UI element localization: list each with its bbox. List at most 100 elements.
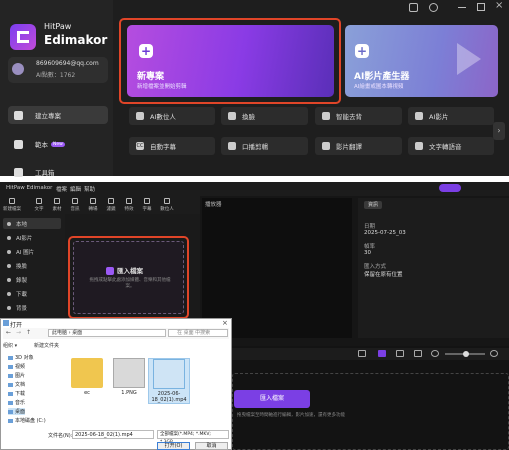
nav-videos[interactable]: 视频 [8, 363, 25, 370]
file-item[interactable]: 2025-06-18_02(1).mp4 [148, 358, 190, 404]
ripple-icon[interactable] [414, 350, 422, 357]
ai-generator-subtitle: AI繪畫或圖本轉視頻 [354, 84, 404, 90]
tab-label: 音訊 [70, 207, 80, 212]
prop-label: 幀率 [364, 244, 376, 250]
menu-edit[interactable]: 編輯 [70, 185, 81, 193]
tab-label: 數位人 [160, 207, 174, 212]
nav-templates[interactable]: 範本 New [8, 135, 108, 153]
tab-filter[interactable]: 濾鏡 [104, 198, 118, 212]
home-icon [14, 110, 23, 120]
up-arrow-icon[interactable]: ↑ [26, 329, 31, 336]
dot-icon [7, 221, 11, 226]
menu-file[interactable]: 檔案 [56, 185, 67, 193]
file-item[interactable]: 1.PNG [110, 358, 148, 396]
link-icon[interactable] [396, 350, 404, 357]
filetype-select[interactable]: 全部檔案(*.MP4; *.MKV; *.3GP... [157, 430, 229, 445]
close-icon[interactable]: × [222, 319, 228, 327]
nav-pictures[interactable]: 图片 [8, 372, 25, 379]
tool-label: 影片翻譯 [336, 143, 362, 151]
maximize-icon[interactable] [477, 3, 485, 11]
forward-arrow-icon[interactable]: → [16, 329, 21, 336]
dot-icon [7, 263, 11, 268]
tool-video-translate[interactable]: 影片翻譯 [315, 137, 402, 155]
side-ai-video[interactable]: AI影片 [3, 232, 61, 243]
effects-icon [126, 198, 132, 204]
side-record[interactable]: 錄製 [3, 274, 61, 285]
zoom-out-icon[interactable] [431, 350, 439, 357]
tab-transition[interactable]: 轉場 [86, 198, 100, 212]
ai-video-generator-card[interactable]: + AI影片產生器 AI繪畫或圖本轉視頻 [345, 25, 498, 97]
nav-desktop[interactable]: 桌面 [8, 408, 26, 415]
talking-edit-icon [228, 142, 236, 150]
tab-label: 轉場 [88, 207, 98, 212]
timeline-import-button[interactable]: 匯入檔案 [234, 390, 310, 408]
side-label: 換臉 [16, 263, 28, 270]
nav-documents[interactable]: 文档 [8, 381, 25, 388]
tool-bg-remove[interactable]: 智能去背 [315, 107, 402, 125]
side-ai-image[interactable]: AI 圖片 [3, 246, 61, 257]
image-file-icon [113, 358, 145, 388]
tool-talking-edit[interactable]: 口播剪輯 [221, 137, 308, 155]
tab-effects[interactable]: 特效 [122, 198, 136, 212]
tab-label: 特效 [124, 207, 134, 212]
chevron-right-icon[interactable]: › [493, 122, 505, 140]
search-input[interactable]: 在 桌面 中搜索 [168, 329, 228, 337]
nav-local-disk[interactable]: 本地磁盘 (C:) [8, 417, 46, 424]
upgrade-button[interactable] [439, 184, 461, 192]
tool-ai-video[interactable]: AI影片 [408, 107, 494, 125]
side-local[interactable]: 本地 [3, 218, 61, 229]
file-name: ec [84, 390, 90, 396]
dside-label: 文档 [15, 382, 26, 388]
mic-icon[interactable] [358, 350, 366, 357]
side-download[interactable]: 下載 [3, 288, 61, 299]
tool-text-to-speech[interactable]: 文字轉語音 [408, 137, 494, 155]
tool-label: AI影片 [429, 113, 449, 121]
folder-icon [8, 391, 13, 396]
tool-ai-avatar[interactable]: AI數位人 [129, 107, 215, 125]
tab-subtitle[interactable]: 字幕 [140, 198, 154, 212]
tab-text[interactable]: 文字 [32, 198, 46, 212]
dside-label: 3D 对象 [15, 355, 34, 361]
nav-downloads[interactable]: 下载 [8, 390, 25, 397]
timeline-hint: 拖曳檔案至時間軸進行編輯，影片加速，還有更多功能 [237, 413, 345, 418]
cancel-button[interactable]: 取消 [195, 442, 228, 450]
tool-auto-subtitle[interactable]: CC 自動字幕 [129, 137, 215, 155]
nav-toolbox[interactable]: 工具箱 [8, 163, 108, 181]
prop-value: 保留在原有位置 [364, 272, 403, 278]
back-arrow-icon[interactable]: ← [6, 329, 11, 336]
tool-face-swap[interactable]: 換臉 [221, 107, 308, 125]
tab-audio[interactable]: 音訊 [68, 198, 82, 212]
tab-digital-human[interactable]: 數位人 [158, 198, 176, 212]
address-bar[interactable]: 此电脑 › 桌面 [48, 329, 166, 337]
avatar[interactable] [12, 63, 24, 75]
open-button[interactable]: 打开(O) [157, 442, 190, 450]
transition-icon [90, 198, 96, 204]
tab-info[interactable]: 資訊 [364, 201, 382, 209]
zoom-slider-thumb[interactable] [463, 351, 469, 357]
folder-icon [9, 198, 15, 204]
tab-new-file[interactable]: 新建檔案 [2, 198, 22, 212]
side-face-swap[interactable]: 換臉 [3, 260, 61, 271]
filename-input[interactable]: 2025-06-18_02(1).mp4 [72, 430, 154, 439]
help-icon[interactable] [429, 3, 438, 12]
side-label: 背景 [16, 305, 28, 312]
import-button[interactable]: 匯入檔案 [106, 265, 143, 275]
feedback-icon[interactable] [409, 3, 418, 12]
dside-label: 桌面 [15, 409, 26, 415]
nav-3d-objects[interactable]: 3D 对象 [8, 354, 34, 361]
organize-menu[interactable]: 组织 ▾ [3, 342, 17, 349]
new-folder-button[interactable]: 新建文件夹 [34, 342, 59, 349]
new-project-card[interactable]: + 新專案 新增檔案並開始剪輯 [127, 25, 334, 97]
file-item[interactable]: ec [68, 358, 106, 396]
snap-icon[interactable] [378, 350, 386, 357]
menu-help[interactable]: 幫助 [84, 185, 95, 193]
tab-label: 新建檔案 [3, 207, 21, 212]
close-icon[interactable]: × [495, 0, 503, 11]
nav-create-project[interactable]: 建立專案 [8, 106, 108, 124]
tab-assets[interactable]: 素材 [50, 198, 64, 212]
folder-icon [8, 382, 13, 387]
minimize-icon[interactable] [458, 7, 466, 8]
zoom-in-icon[interactable] [490, 350, 498, 357]
side-background[interactable]: 背景 [3, 302, 61, 313]
nav-music[interactable]: 音乐 [8, 399, 25, 406]
